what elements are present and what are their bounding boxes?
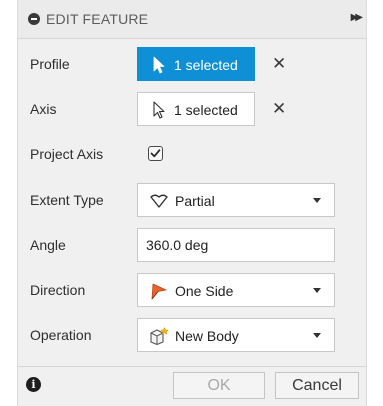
extent-type-value: Partial	[175, 193, 215, 209]
direction-dropdown[interactable]: One Side	[137, 273, 335, 307]
cursor-arrow-icon	[153, 101, 165, 119]
operation-value: New Body	[175, 328, 239, 344]
collapse-icon[interactable]	[28, 13, 40, 25]
clear-profile-icon[interactable]: ✕	[272, 54, 286, 74]
operation-label: Operation	[30, 327, 92, 343]
project-axis-checkbox[interactable]	[148, 146, 163, 161]
axis-row: Axis 1 selected ✕	[18, 92, 366, 126]
profile-row: Profile 1 selected ✕	[18, 47, 366, 81]
axis-value: 1 selected	[174, 102, 238, 118]
angle-label: Angle	[30, 237, 66, 253]
cancel-button[interactable]: Cancel	[275, 372, 359, 399]
chevron-down-icon	[313, 333, 321, 338]
dialog-title: EDIT FEATURE	[46, 11, 149, 27]
info-icon[interactable]: i	[26, 377, 41, 392]
edit-feature-dialog: EDIT FEATURE ▶▶ Profile 1 selected ✕ Axi…	[18, 0, 366, 406]
direction-value: One Side	[175, 283, 234, 299]
dialog-footer: i OK Cancel	[18, 366, 366, 406]
angle-input[interactable]	[137, 228, 335, 262]
project-axis-label: Project Axis	[30, 146, 104, 162]
expand-icon[interactable]: ▶▶	[351, 12, 364, 23]
partial-extent-icon	[150, 194, 168, 208]
operation-row: Operation New Body	[18, 318, 366, 352]
cursor-arrow-icon	[153, 56, 165, 74]
dialog-titlebar[interactable]: EDIT FEATURE ▶▶	[18, 0, 366, 39]
project-axis-row: Project Axis	[18, 137, 366, 171]
one-side-direction-icon	[151, 283, 167, 300]
chevron-down-icon	[313, 198, 321, 203]
profile-value: 1 selected	[174, 57, 238, 73]
ok-button[interactable]: OK	[173, 372, 265, 399]
operation-dropdown[interactable]: New Body	[137, 318, 335, 352]
new-body-icon	[150, 327, 169, 345]
axis-select-button[interactable]: 1 selected	[137, 92, 255, 126]
direction-label: Direction	[30, 282, 86, 298]
checkmark-icon	[150, 149, 161, 158]
clear-axis-icon[interactable]: ✕	[272, 99, 286, 119]
extent-type-row: Extent Type Partial	[18, 183, 366, 217]
extent-type-label: Extent Type	[30, 192, 104, 208]
chevron-down-icon	[313, 288, 321, 293]
angle-row: Angle	[18, 228, 366, 262]
axis-label: Axis	[30, 101, 57, 117]
direction-row: Direction One Side	[18, 273, 366, 307]
profile-select-button[interactable]: 1 selected	[137, 47, 255, 81]
profile-label: Profile	[30, 56, 70, 72]
extent-type-dropdown[interactable]: Partial	[137, 183, 335, 217]
